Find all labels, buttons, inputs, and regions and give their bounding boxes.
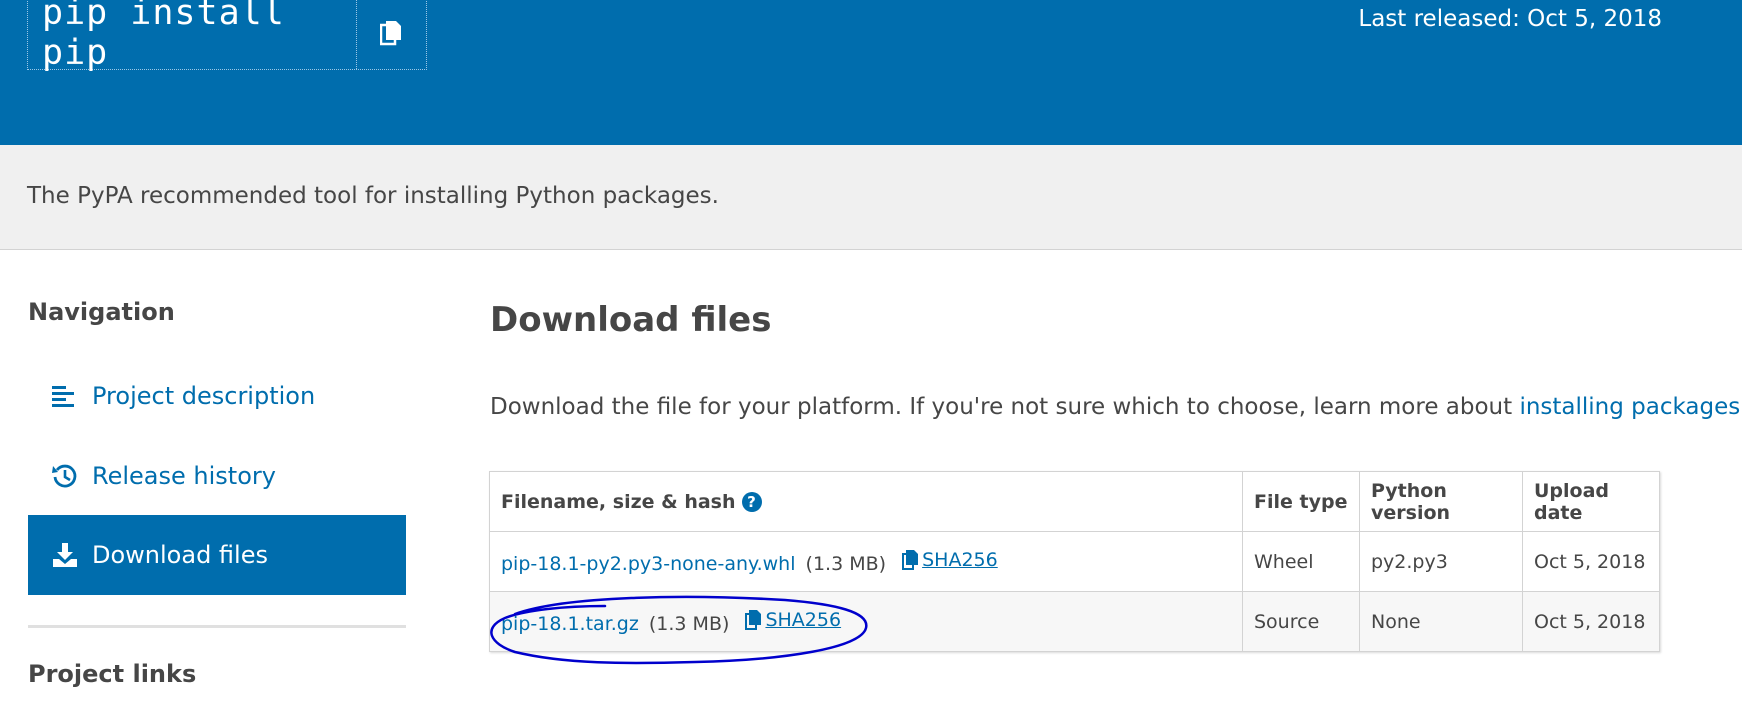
header-banner: pip install pip Last released: Oct 5, 20… (0, 0, 1742, 145)
python-version-cell: py2.py3 (1359, 531, 1523, 592)
table-row: pip-18.1-py2.py3-none-any.whl (1.3 MB) S… (489, 531, 1660, 592)
summary-band: The PyPA recommended tool for installing… (0, 145, 1742, 250)
copy-icon (902, 549, 919, 570)
file-download-link[interactable]: pip-18.1-py2.py3-none-any.whl (501, 553, 795, 575)
table-header-row: Filename, size & hash? File type Python … (489, 471, 1660, 532)
intro-text: Download the file for your platform. If … (490, 394, 1520, 420)
files-table: Filename, size & hash? File type Python … (489, 471, 1660, 652)
installing-packages-link[interactable]: installing packages (1519, 394, 1740, 420)
help-icon[interactable]: ? (741, 492, 762, 512)
page-title: Download files (490, 300, 772, 340)
sidebar-item-label: Release history (92, 462, 276, 490)
sidebar-item-download-files[interactable]: Download files (28, 515, 406, 595)
download-icon (52, 542, 92, 568)
copy-command-button[interactable] (355, 0, 426, 69)
pip-command-text: pip install pip (42, 0, 285, 73)
sidebar-item-project-description[interactable]: Project description (28, 356, 406, 436)
header-python-version: Python version (1359, 471, 1523, 532)
history-icon (52, 463, 92, 489)
navigation-heading: Navigation (28, 298, 175, 326)
align-left-icon (52, 385, 92, 407)
sidebar-item-label: Download files (92, 541, 268, 569)
project-links-heading: Project links (28, 660, 197, 688)
header-file-type: File type (1242, 471, 1360, 532)
filename-cell: pip-18.1.tar.gz (1.3 MB) SHA256 (489, 591, 1243, 652)
package-summary: The PyPA recommended tool for installing… (27, 183, 719, 209)
header-upload-date: Upload date (1522, 471, 1660, 532)
download-intro: Download the file for your platform. If … (490, 394, 1742, 420)
upload-date-cell: Oct 5, 2018 (1522, 591, 1660, 652)
file-size: (1.3 MB) (805, 552, 887, 575)
file-size: (1.3 MB) (648, 612, 730, 635)
sha256-link[interactable]: SHA256 (902, 549, 998, 571)
sidebar-item-label: Project description (92, 382, 316, 410)
copy-icon (745, 609, 762, 630)
last-released: Last released: Oct 5, 2018 (1358, 6, 1662, 32)
file-download-link[interactable]: pip-18.1.tar.gz (501, 613, 639, 635)
table-row: pip-18.1.tar.gz (1.3 MB) SHA256 Source N… (489, 591, 1660, 652)
upload-date-cell: Oct 5, 2018 (1522, 531, 1660, 592)
file-type-cell: Wheel (1242, 531, 1360, 592)
filename-cell: pip-18.1-py2.py3-none-any.whl (1.3 MB) S… (489, 531, 1243, 592)
header-filename: Filename, size & hash? (489, 471, 1243, 532)
python-version-cell: None (1359, 591, 1523, 652)
sidebar-item-release-history[interactable]: Release history (28, 436, 406, 516)
pip-command-box: pip install pip (27, 0, 427, 73)
nav-divider (28, 625, 406, 628)
sha256-link[interactable]: SHA256 (745, 609, 841, 631)
file-type-cell: Source (1242, 591, 1360, 652)
copy-icon (380, 21, 402, 46)
